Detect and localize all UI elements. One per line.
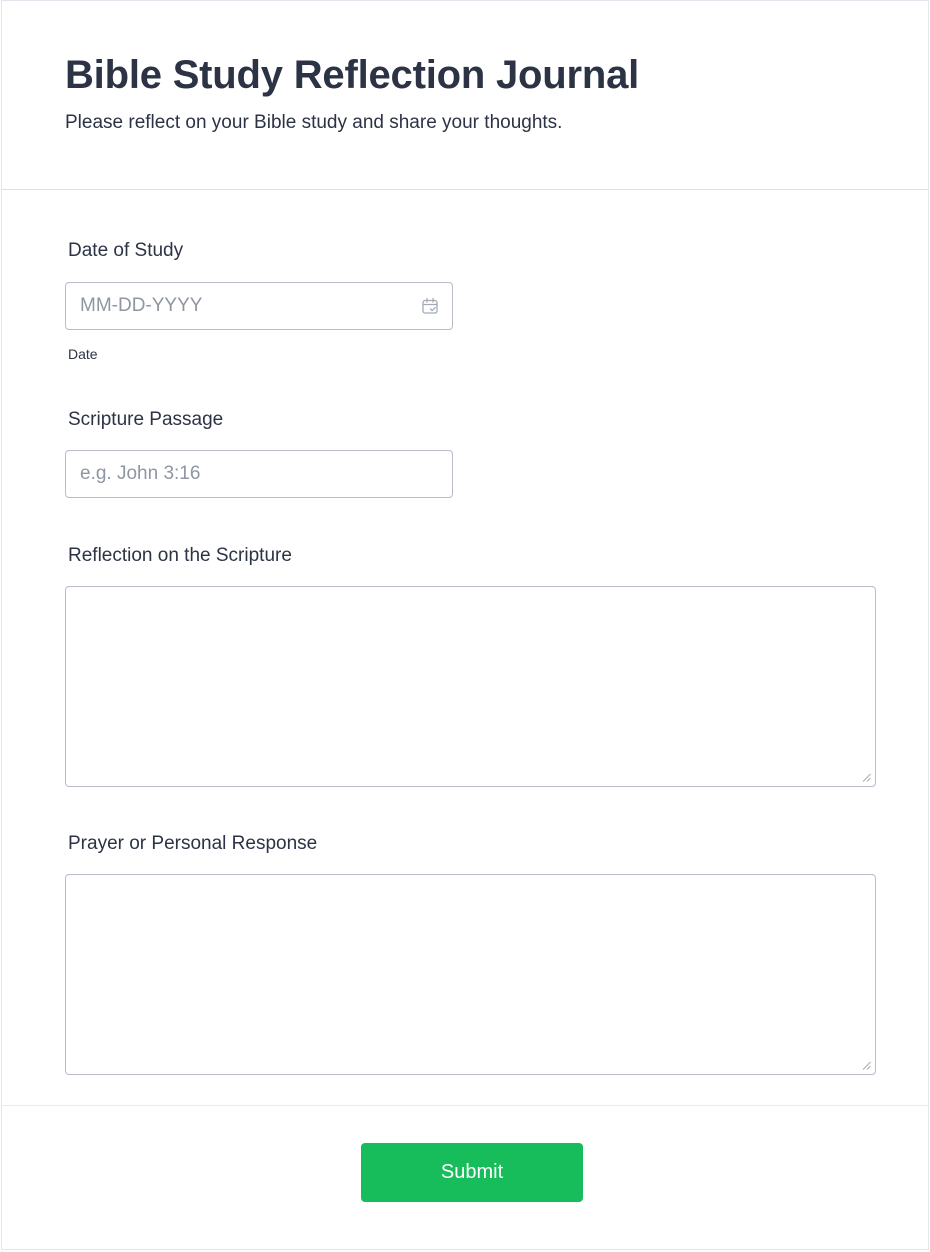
reflection-label: Reflection on the Scripture [68,545,292,566]
scripture-passage-input[interactable]: e.g. John 3:16 [65,450,453,498]
footer-divider [2,1105,928,1106]
resize-handle-icon[interactable] [862,1061,871,1070]
form-subtitle: Please reflect on your Bible study and s… [65,112,563,133]
resize-handle-icon[interactable] [862,773,871,782]
date-of-study-label: Date of Study [68,240,184,261]
scripture-passage-placeholder: e.g. John 3:16 [80,463,201,484]
prayer-response-label: Prayer or Personal Response [68,833,318,854]
date-input[interactable]: MM-DD-YYYY [65,282,453,330]
calendar-icon[interactable] [421,297,439,315]
form-title: Bible Study Reflection Journal [65,53,640,97]
scripture-passage-label: Scripture Passage [68,409,224,430]
reflection-textarea[interactable] [65,586,876,787]
form-header: Bible Study Reflection Journal Please re… [2,1,928,190]
date-input-placeholder: MM-DD-YYYY [80,295,203,316]
prayer-response-textarea[interactable] [65,874,876,1075]
submit-button[interactable]: Submit [361,1143,583,1202]
form-container: Bible Study Reflection Journal Please re… [1,0,929,1250]
date-sublabel: Date [68,346,98,362]
